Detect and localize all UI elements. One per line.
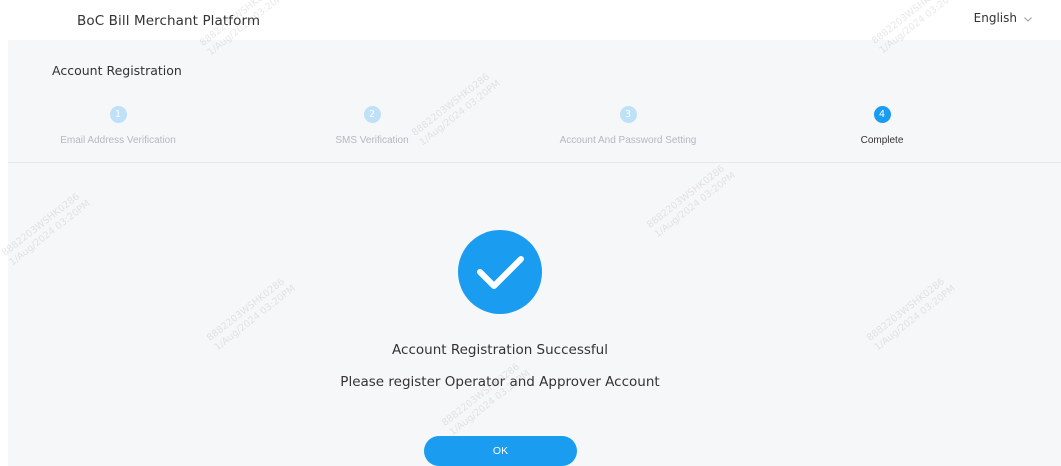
language-selector[interactable]: English (974, 11, 1033, 25)
brand-title: BoC Bill Merchant Platform (77, 13, 261, 29)
success-title: Account Registration Successful (392, 342, 608, 358)
step-number: 1 (109, 106, 127, 123)
success-subtitle: Please register Operator and Approver Ac… (340, 374, 660, 390)
check-circle-icon (458, 230, 542, 314)
step-account-password-setting: 3 Account And Password Setting (518, 106, 738, 146)
step-number: 2 (363, 106, 381, 123)
step-sms-verification: 2 SMS Verification (262, 106, 482, 146)
step-number: 3 (619, 106, 637, 123)
step-email-verification: 1 Email Address Verification (8, 106, 228, 146)
step-label: Complete (860, 135, 904, 146)
steps-divider (8, 162, 1061, 163)
step-label: Email Address Verification (60, 135, 176, 146)
section-title: Account Registration (52, 63, 182, 78)
page: BoC Bill Merchant Platform English Accou… (0, 0, 1061, 466)
language-label: English (973, 11, 1017, 25)
top-bar: BoC Bill Merchant Platform English (0, 0, 1061, 40)
step-number: 4 (873, 106, 891, 123)
step-label: Account And Password Setting (559, 135, 697, 146)
progress-steps: 1 Email Address Verification 2 SMS Verif… (8, 106, 1061, 152)
chevron-down-icon (1023, 13, 1033, 23)
registration-panel: Account Registration 1 Email Address Ver… (8, 40, 1061, 466)
ok-button[interactable]: OK (424, 436, 577, 466)
step-complete: 4 Complete (772, 106, 992, 146)
step-label: SMS Verification (335, 135, 409, 146)
